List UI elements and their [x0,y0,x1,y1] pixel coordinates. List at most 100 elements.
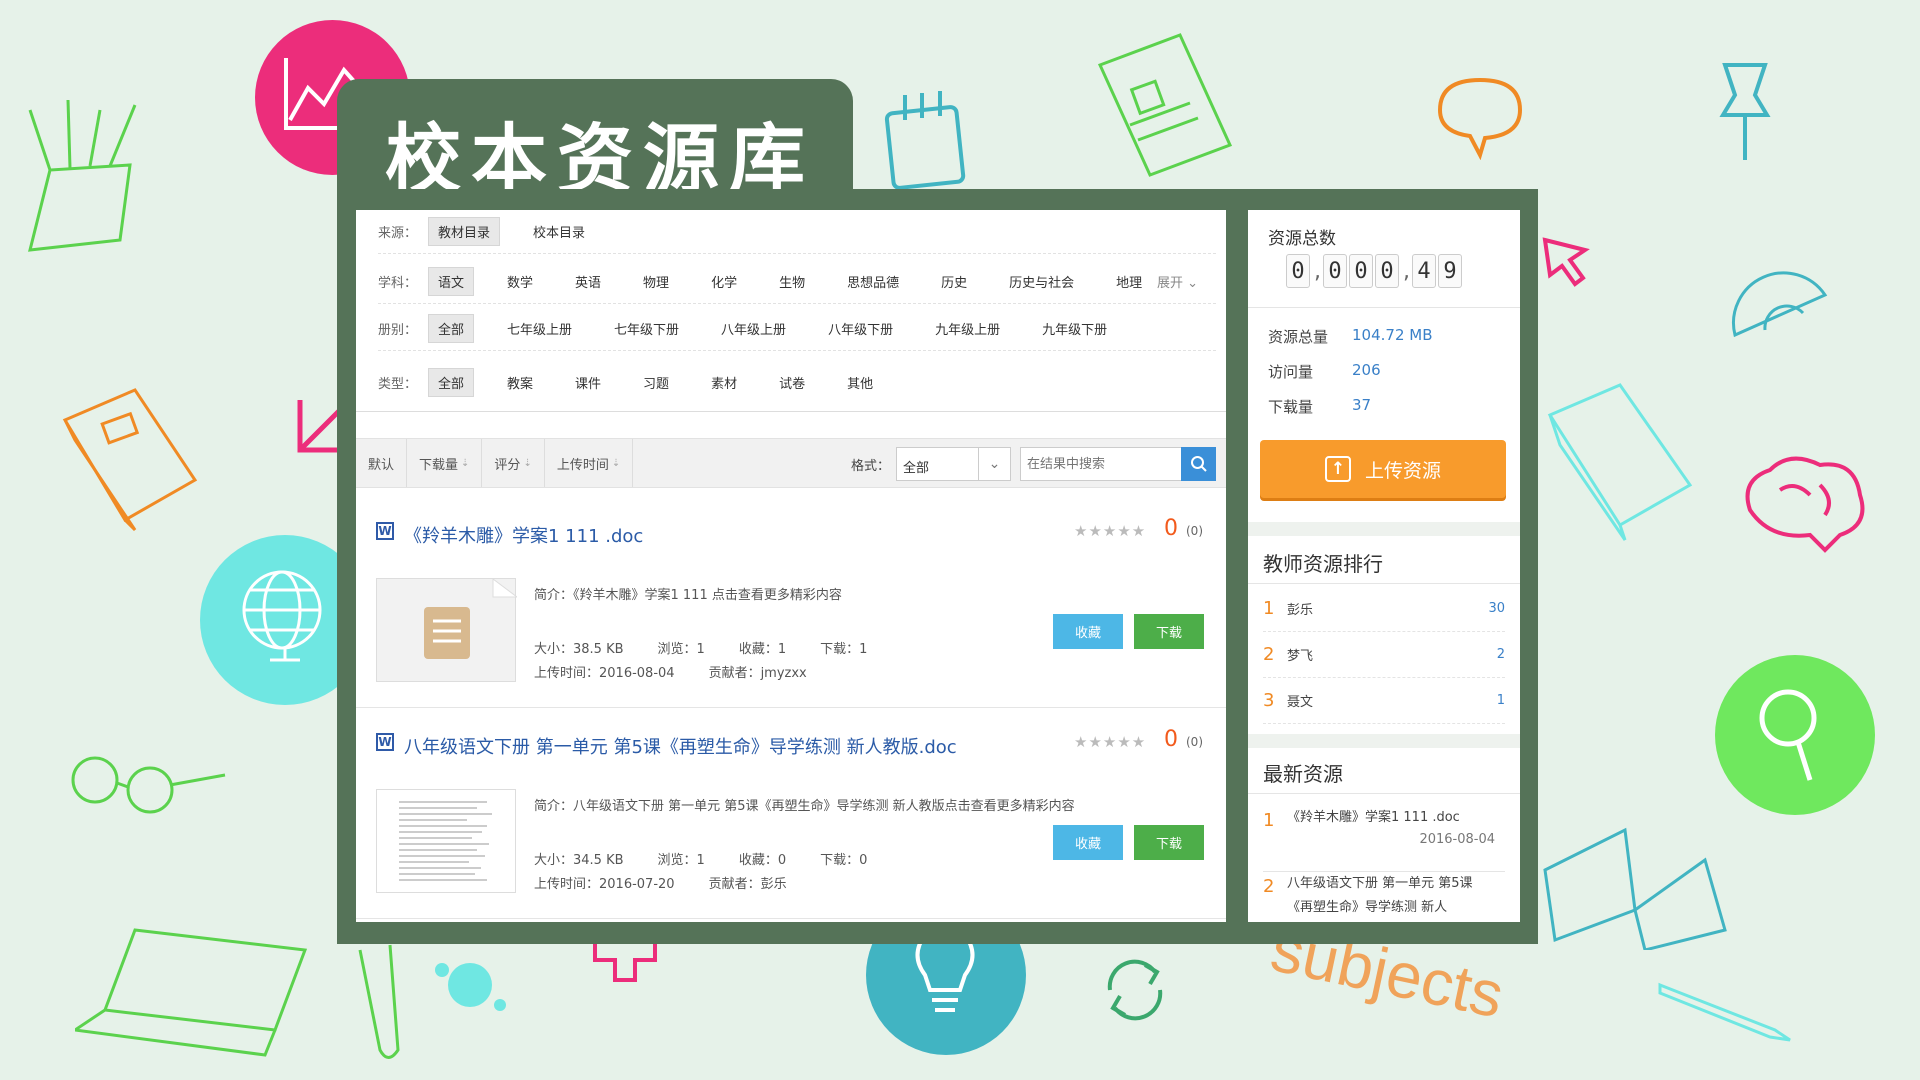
ranking-row[interactable]: 3 聂文 1 [1263,678,1505,724]
refresh-icon [1107,959,1163,1021]
protractor-icon [1732,271,1828,338]
filter-option[interactable]: 地理 [1107,268,1151,295]
stat-total-size: 资源总量 104.72 MB [1268,326,1433,347]
filter-option[interactable]: 教材目录 [428,217,501,246]
resource-stats: 大小：34.5 KB 浏览：1 收藏：0 下载：0 [534,849,901,868]
rank-count: 2 [1496,647,1505,662]
sort-upload-time[interactable]: 上传时间 ⇣ [545,439,634,487]
filter-label: 类型： [378,376,418,392]
resource-description: 简介：《羚羊木雕》学案1 111 点击查看更多精彩内容 [534,588,842,603]
ranking-row[interactable]: 2 梦飞 2 [1263,632,1505,678]
notepad-icon [884,91,966,190]
filter-option[interactable]: 八年级下册 [819,315,902,342]
search-input[interactable] [1020,447,1182,481]
total-counter: 0 , 0 0 0 , 4 9 [1286,254,1464,288]
search-icon [1190,456,1207,472]
filter-option[interactable]: 课件 [566,369,610,396]
latest-number: 1 [1263,810,1275,831]
sort-rating[interactable]: 评分 ⇣ [482,439,545,487]
counter-digit: 9 [1438,254,1462,288]
filter-option[interactable]: 生物 [770,268,814,295]
filter-option[interactable]: 七年级下册 [605,315,688,342]
divider [1248,583,1520,584]
pencil-icon [1658,982,1791,1042]
upload-resource-button[interactable]: ↑ 上传资源 [1260,440,1506,498]
rating-score: 0 [1164,727,1178,752]
rating-count: (0) [1186,735,1203,749]
filter-option[interactable]: 数学 [498,268,542,295]
notebook-icon [1547,383,1693,541]
sort-arrow-icon: ⇣ [523,457,532,469]
filter-option[interactable]: 思想品德 [838,268,908,295]
filter-option[interactable]: 其他 [838,369,882,396]
pushpin-icon [1719,63,1771,160]
filter-option[interactable]: 全部 [428,367,475,397]
resource-stats: 大小：38.5 KB 浏览：1 收藏：1 下载：1 [534,638,901,657]
download-button[interactable]: 下载 [1134,614,1204,649]
favorite-button[interactable]: 收藏 [1053,825,1123,860]
filter-row-type: 类型： 全部 教案 课件 习题 素材 试卷 其他 [378,360,1216,404]
filter-option[interactable]: 九年级下册 [1033,315,1116,342]
sort-label: 上传时间 [556,457,609,473]
download-button[interactable]: 下载 [1134,825,1204,860]
book-icon [62,388,198,532]
stat-downloads: 下载量 37 [1268,396,1371,417]
format-select[interactable]: 全部 ⌄ [896,447,1011,481]
sort-bar: 默认 下载量 ⇣ 评分 ⇣ 上传时间 ⇣ 格式： 全部 ⌄ [356,438,1226,488]
search-button[interactable] [1181,447,1216,481]
counter-digit: 0 [1286,254,1310,288]
latest-item[interactable]: 2 八年级语文下册 第一单元 第5课《再塑生命》导学练测 新人 [1263,872,1505,922]
resource-description: 简介：八年级语文下册 第一单元 第5课《再塑生命》导学练测 新人教版点击查看更多… [534,799,1075,814]
rating-stars-icon[interactable]: ★★★★★ [1074,733,1146,751]
resource-thumbnail[interactable] [376,578,519,682]
filter-option[interactable]: 历史与社会 [1000,268,1083,295]
filter-option[interactable]: 校本目录 [524,218,594,245]
filter-label: 来源： [378,226,418,241]
filter-option[interactable]: 语文 [428,267,475,296]
brain-icon [1745,456,1865,553]
sort-label: 默认 [368,457,395,473]
filter-option[interactable]: 九年级上册 [926,315,1009,342]
filter-option[interactable]: 八年级上册 [712,315,795,342]
rank-number: 1 [1263,598,1275,619]
favorite-button[interactable]: 收藏 [1053,614,1123,649]
filter-option[interactable]: 素材 [702,369,746,396]
resource-upload-info: 上传时间：2016-07-20 贡献者：彭乐 [534,873,821,892]
rating-stars-icon[interactable]: ★★★★★ [1074,522,1146,540]
open-book-icon [1543,827,1727,950]
section-gap [1248,522,1520,536]
resource-title-link[interactable]: 八年级语文下册 第一单元 第5课《再塑生命》导学练测 新人教版.doc [404,733,957,759]
resource-downloads: 下载：0 [820,853,868,868]
latest-title-link[interactable]: 八年级语文下册 第一单元 第5课《再塑生命》导学练测 新人 [1287,872,1497,920]
resource-thumbnail[interactable] [376,789,516,893]
format-value: 全部 [903,461,930,476]
filter-option[interactable]: 历史 [932,268,976,295]
upload-icon: ↑ [1324,456,1351,482]
resource-title-link[interactable]: 《羚羊木雕》学案1 111 .doc [404,522,643,548]
latest-number: 2 [1263,876,1275,897]
counter-separator: , [1314,258,1321,284]
sort-downloads[interactable]: 下载量 ⇣ [407,439,483,487]
resource-upload-time: 上传时间：2016-07-20 [534,877,675,892]
resource-size: 大小：34.5 KB [534,853,624,868]
ranking-row[interactable]: 1 彭乐 30 [1263,586,1505,632]
filter-option[interactable]: 全部 [428,314,475,343]
filter-option[interactable]: 化学 [702,268,746,295]
expand-toggle[interactable]: 展开 ⌄ [1157,272,1198,291]
sort-default[interactable]: 默认 [356,439,408,487]
section-gap [1248,734,1520,748]
filter-option[interactable]: 习题 [634,369,678,396]
resource-views: 浏览：1 [657,853,705,868]
latest-title-link[interactable]: 《羚羊木雕》学案1 111 .doc [1287,806,1497,830]
counter-digit: 0 [1375,254,1399,288]
latest-item[interactable]: 1 《羚羊木雕》学案1 111 .doc 2016-08-04 [1263,806,1505,866]
filter-option[interactable]: 物理 [634,268,678,295]
filter-option[interactable]: 七年级上册 [498,315,581,342]
glasses-icon [71,756,226,814]
filter-option[interactable]: 英语 [566,268,610,295]
filter-option[interactable]: 教案 [498,369,542,396]
pencil-cup-icon [28,99,137,252]
filter-option[interactable]: 试卷 [770,369,814,396]
globe-icon [242,570,322,662]
rank-number: 2 [1263,644,1275,665]
